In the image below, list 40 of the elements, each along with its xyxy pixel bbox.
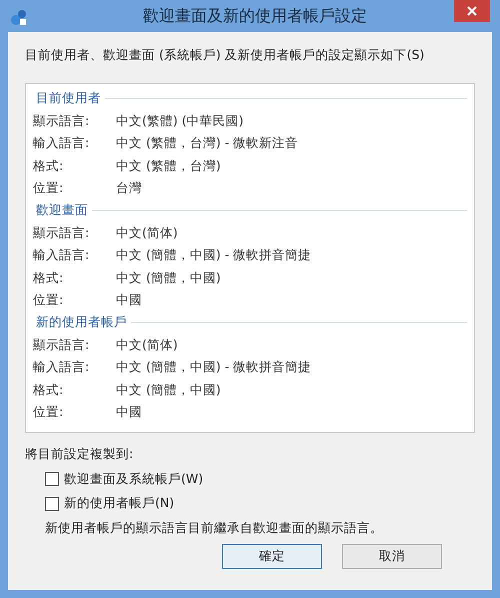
checkbox-label[interactable]: 歡迎畫面及系統帳戶(W)	[64, 470, 204, 488]
app-icon	[10, 8, 28, 26]
setting-label: 顯示語言:	[33, 336, 90, 354]
setting-value: 中文 (簡體，中國) - 微軟拼音簡捷	[116, 358, 312, 376]
setting-value: 中文(简体)	[116, 336, 178, 354]
copy-label: 將目前設定複製到:	[25, 444, 134, 463]
setting-value: 中文 (簡體，中國)	[116, 380, 221, 399]
setting-value: 中國	[116, 403, 142, 422]
setting-value: 中文 (簡體，中國)	[116, 268, 221, 287]
setting-value: 中文(繁體) (中華民國)	[116, 112, 244, 130]
setting-label: 位置:	[33, 291, 64, 310]
setting-value: 中國	[116, 291, 142, 310]
setting-label: 輸入語言:	[33, 358, 90, 376]
setting-label: 輸入語言:	[33, 134, 90, 152]
window-title: 歡迎畫面及新的使用者帳戶設定	[143, 5, 367, 27]
section-heading: 目前使用者	[35, 89, 101, 108]
setting-label: 顯示語言:	[33, 112, 90, 130]
section-heading: 新的使用者帳戶	[35, 313, 127, 332]
setting-label: 位置:	[33, 403, 64, 422]
setting-value: 中文(简体)	[116, 224, 178, 242]
setting-label: 格式:	[33, 380, 64, 399]
section-heading: 歡迎畫面	[35, 201, 88, 220]
setting-value: 中文 (繁體，台灣)	[116, 156, 221, 175]
setting-label: 顯示語言:	[33, 224, 90, 242]
checkbox[interactable]	[45, 472, 59, 486]
setting-label: 位置:	[33, 179, 64, 198]
ok-button[interactable]: 確定	[222, 544, 322, 569]
note-text: 新使用者帳戶的顯示語言目前繼承自歡迎畫面的顯示語言。	[44, 519, 384, 537]
close-button[interactable]	[454, 0, 490, 22]
setting-value: 中文 (繁體，台灣) - 微軟新注音	[116, 134, 298, 152]
setting-label: 格式:	[33, 156, 64, 175]
cancel-button[interactable]: 取消	[342, 544, 442, 569]
checkbox[interactable]	[45, 496, 59, 511]
intro-text: 目前使用者、歡迎畫面 (系統帳戶) 及新使用者帳戶的設定顯示如下(S)	[25, 46, 426, 64]
checkbox-label[interactable]: 新的使用者帳戶(N)	[64, 494, 174, 513]
setting-label: 輸入語言:	[33, 246, 90, 264]
close-icon	[467, 6, 477, 16]
setting-value: 台灣	[116, 179, 142, 198]
setting-value: 中文 (簡體，中國) - 微軟拼音簡捷	[116, 246, 312, 264]
setting-label: 格式:	[33, 268, 64, 287]
